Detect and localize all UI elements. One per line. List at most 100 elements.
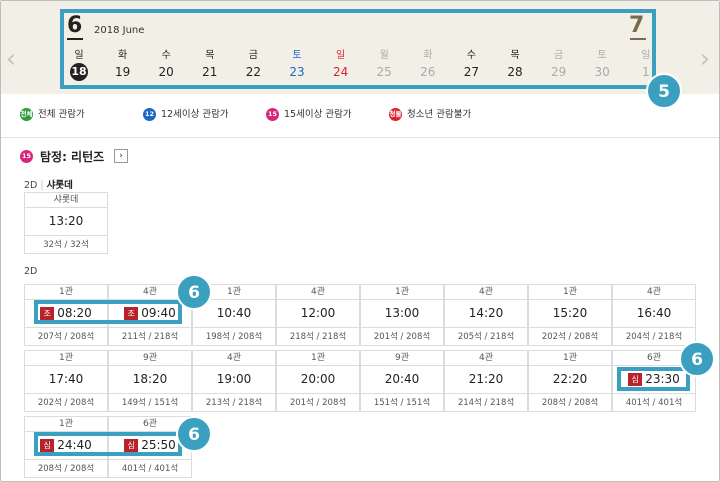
slot-seats: 208석 / 208석 [529,393,611,412]
slot-time: 13:00 [384,306,420,320]
slot-seats: 401석 / 401석 [613,393,695,412]
slot-hall: 9관 [361,351,443,366]
slot-seats: 201석 / 208석 [361,327,443,346]
charlotte-section-label: 2D | 샤롯데 [24,180,73,191]
slot-hall: 1관 [25,285,107,300]
legend-label: 청소년 관람불가 [407,109,472,120]
slot-time: 19:00 [216,372,252,386]
slot-time: 17:40 [48,372,84,386]
showtime-slot[interactable]: 4관 14:20 205석 / 218석 [444,284,528,346]
slot-seats: 198석 / 208석 [193,327,275,346]
slot-time-row: 18:20 [109,371,191,387]
movie-title[interactable]: 탐정: 리턴즈 [40,148,104,165]
slot-seats: 32석 / 32석 [25,235,107,254]
next-week-arrow-icon[interactable]: › [699,44,711,74]
showtime-slot[interactable]: 9관 20:40 151석 / 151석 [360,350,444,412]
highlight-box-early [34,300,182,324]
slot-seats: 211석 / 218석 [109,327,191,346]
slot-time: 20:40 [384,372,420,386]
slot-hall: 4관 [277,285,359,300]
slot-hall: 9관 [109,351,191,366]
slot-hall: 1관 [277,351,359,366]
legend-label: 전체 관람가 [38,109,85,120]
slot-hall: 1관 [25,417,107,432]
divider [1,137,719,138]
step-marker-6: 6 [176,416,212,452]
rating-15-icon: 15 [20,150,33,163]
showtime-slot[interactable]: 4관 21:20 214석 / 218석 [444,350,528,412]
hall-type-label: 샤롯데 [46,180,73,191]
rating-all-icon: 전체 [20,108,33,121]
slot-time: 10:40 [216,306,252,320]
slot-time-row: 21:20 [445,371,527,387]
highlight-box-midnight [34,432,182,456]
slot-time-row: 10:40 [193,305,275,321]
highlight-box-late [617,367,690,391]
showtime-slot[interactable]: 1관 22:20 208석 / 208석 [528,350,612,412]
slot-time-row: 15:20 [529,305,611,321]
slot-seats: 151석 / 151석 [361,393,443,412]
showtime-slot[interactable]: 1관 20:00 201석 / 208석 [276,350,360,412]
format-label: 2D [24,180,38,191]
prev-week-arrow-icon[interactable]: ‹ [5,44,17,74]
slot-time-row: 22:20 [529,371,611,387]
legend-label: 12세이상 관람가 [161,109,229,120]
slot-time: 12:00 [300,306,336,320]
slot-hall: 1관 [25,351,107,366]
step-marker-6: 6 [679,341,715,377]
slot-hall: 1관 [361,285,443,300]
showtime-slot[interactable]: 4관 12:00 218석 / 218석 [276,284,360,346]
rating-adult-icon: 청불 [389,108,402,121]
slot-time-row: 20:40 [361,371,443,387]
rating-12-icon: 12 [143,108,156,121]
slot-time-row: 17:40 [25,371,107,387]
slot-seats: 218석 / 218석 [277,327,359,346]
slot-time-row: 16:40 [613,305,695,321]
showtime-slot[interactable]: 1관 17:40 202석 / 208석 [24,350,108,412]
slot-hall: 샤롯데 [25,193,107,208]
slot-seats: 149석 / 151석 [109,393,191,412]
slot-time-row: 19:00 [193,371,275,387]
slot-time: 18:20 [132,372,168,386]
showtime-slot[interactable]: 4관 19:00 213석 / 218석 [192,350,276,412]
slot-time: 15:20 [552,306,588,320]
step-marker-5: 5 [646,73,682,109]
slot-hall: 4관 [445,285,527,300]
slot-time: 20:00 [300,372,336,386]
legend-label: 15세이상 관람가 [284,109,352,120]
slot-seats: 401석 / 401석 [109,459,191,478]
slot-time: 22:20 [552,372,588,386]
slot-hall: 4관 [613,285,695,300]
slot-time: 21:20 [468,372,504,386]
slot-hall: 4관 [193,351,275,366]
slot-seats: 202석 / 208석 [529,327,611,346]
showtime-slot[interactable]: 1관 13:00 201석 / 208석 [360,284,444,346]
step-marker-6: 6 [176,274,212,310]
showtime-slot[interactable]: 9관 18:20 149석 / 151석 [108,350,192,412]
slot-time-row: 14:20 [445,305,527,321]
showtime-slot[interactable]: 4관 16:40 204석 / 218석 [612,284,696,346]
slot-hall: 1관 [529,285,611,300]
slot-time-row: 13:00 [361,305,443,321]
slot-seats: 207석 / 208석 [25,327,107,346]
slot-hall: 1관 [529,351,611,366]
slot-time: 16:40 [636,306,672,320]
slot-seats: 213석 / 218석 [193,393,275,412]
slot-seats: 201석 / 208석 [277,393,359,412]
showtime-slot[interactable]: 샤롯데 13:20 32석 / 32석 [24,192,108,254]
slot-time-row: 20:00 [277,371,359,387]
slot-time: 13:20 [48,214,84,228]
slot-seats: 214석 / 218석 [445,393,527,412]
calendar-highlight-box [60,9,656,89]
slot-seats: 205석 / 218석 [445,327,527,346]
slot-hall: 4관 [445,351,527,366]
slot-time: 14:20 [468,306,504,320]
slot-seats: 204석 / 218석 [613,327,695,346]
slot-seats: 208석 / 208석 [25,459,107,478]
movie-detail-chevron-icon[interactable]: › [114,149,128,163]
slot-seats: 202석 / 208석 [25,393,107,412]
showtime-slot[interactable]: 1관 15:20 202석 / 208석 [528,284,612,346]
2d-section-label: 2D [24,266,38,277]
slot-time-row: 12:00 [277,305,359,321]
rating-15-icon: 15 [266,108,279,121]
